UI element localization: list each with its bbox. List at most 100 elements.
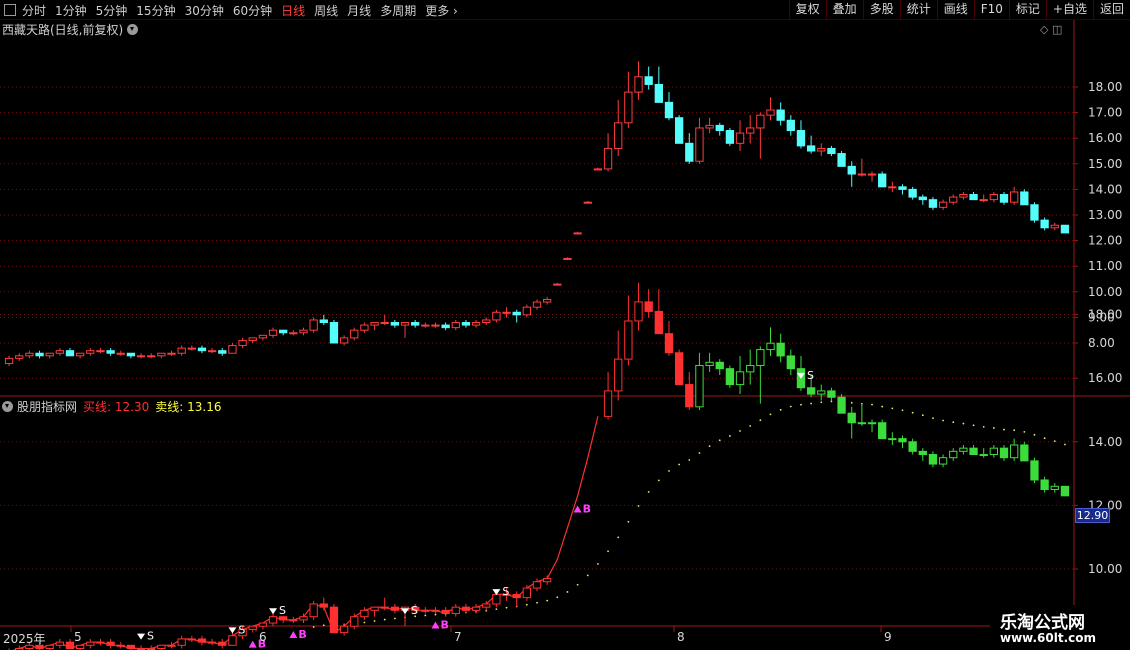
date-label-june: 6: [259, 630, 267, 644]
indicator-bar: [634, 282, 643, 331]
indicator-bar: [268, 613, 278, 627]
buy-signal-triangle: [431, 621, 440, 629]
indicator-dot: [1053, 440, 1056, 443]
candle: [583, 200, 592, 204]
candle: [1040, 217, 1049, 231]
indicator-bar: [279, 616, 288, 624]
indicator-body: [1030, 460, 1039, 481]
indicator-bar: [878, 419, 887, 440]
indicator-bar: [918, 448, 927, 461]
candle-body: [147, 355, 156, 358]
candle: [695, 117, 704, 164]
candle: [482, 317, 491, 326]
candle-body: [1050, 224, 1059, 229]
candle: [725, 127, 735, 146]
candle: [299, 327, 308, 336]
candle-body: [522, 306, 532, 316]
candle: [949, 194, 958, 205]
watermark-title: 乐淘公式网: [1000, 613, 1085, 633]
indicator-body: [207, 641, 217, 644]
sell-line-value: 13.16: [187, 400, 222, 414]
candle: [441, 322, 450, 331]
candle-body: [1040, 219, 1049, 229]
indicator-dot: [810, 402, 813, 405]
indicator-bar: [603, 371, 613, 420]
kline-chart[interactable]: SSSSSSBBBBB 18.0017.0016.0015.0014.0013.…: [0, 0, 1130, 650]
candle: [136, 353, 146, 359]
candle: [614, 99, 623, 157]
candle: [878, 171, 887, 188]
indicator-bar: [451, 603, 460, 617]
sell-signal-triangle: [269, 608, 278, 615]
window-icon[interactable]: ◫: [1052, 23, 1062, 36]
indicator-y-tick-label: 16.00: [1088, 371, 1122, 385]
candle: [735, 120, 745, 151]
candle-body: [238, 339, 247, 347]
indicator-body: [908, 441, 917, 452]
indicator-title[interactable]: 股朋指标网 买线: 12.30 卖线: 13.16: [2, 398, 221, 415]
indicator-body: [177, 638, 186, 646]
candle-body: [15, 355, 24, 359]
candle-body: [938, 201, 948, 208]
diamond-icon[interactable]: ◇: [1040, 23, 1048, 36]
indicator-body: [959, 447, 968, 452]
indicator-y-tick-label: 10.00: [1088, 562, 1122, 576]
candle: [4, 355, 14, 367]
indicator-bar: [1050, 483, 1059, 493]
candle: [25, 350, 34, 359]
indicator-body: [725, 368, 735, 386]
indicator-bar: [86, 638, 95, 649]
indicator-bar: [614, 330, 623, 401]
indicator-bar: [248, 625, 257, 633]
indicator-bar: [512, 591, 521, 608]
indicator-body: [431, 609, 440, 612]
candle-body: [989, 194, 999, 201]
candle-body: [350, 329, 359, 339]
indicator-dot: [668, 470, 670, 472]
indicator-body: [370, 606, 379, 611]
candle-body: [55, 350, 64, 354]
indicator-dot: [871, 403, 873, 406]
indicator-bar: [461, 603, 471, 614]
candle: [746, 115, 755, 144]
indicator-dot: [586, 574, 589, 577]
candle-body: [857, 173, 867, 176]
indicator-dot: [921, 414, 924, 417]
candle: [593, 167, 603, 171]
candle-body: [35, 352, 44, 357]
indicator-bar: [421, 607, 430, 614]
candle-body: [86, 350, 95, 354]
indicator-body: [542, 578, 552, 583]
buy-line-label: 买线:: [83, 400, 112, 414]
indicator-dot: [363, 621, 366, 624]
chevron-down-icon[interactable]: [127, 24, 139, 35]
candle-body: [218, 350, 227, 354]
indicator-body: [614, 358, 623, 392]
indicator-body: [746, 364, 755, 373]
candle: [1030, 202, 1039, 223]
indicator-dot: [383, 618, 386, 621]
candle: [674, 115, 684, 144]
indicator-bar: [898, 435, 907, 449]
candle-body: [207, 350, 217, 353]
main-y-tick-label: 11.00: [1088, 259, 1122, 273]
indicator-body: [776, 342, 785, 357]
indicator-body: [715, 361, 724, 370]
candle: [857, 158, 867, 177]
indicator-dot: [525, 603, 528, 606]
candle-body: [959, 194, 968, 198]
indicator-dot: [718, 439, 721, 442]
indicator-bar: [847, 406, 856, 439]
indicator-bar: [309, 600, 318, 620]
candle: [400, 322, 410, 338]
candle-body: [847, 165, 856, 175]
indicator-dot: [424, 614, 427, 617]
candle-body: [695, 127, 704, 162]
chevron-down-icon[interactable]: [2, 401, 13, 412]
indicator-dot: [566, 591, 569, 593]
main-chart-title[interactable]: 西藏天路(日线,前复权): [2, 21, 139, 38]
indicator-dot: [1033, 433, 1036, 436]
indicator-dot: [546, 599, 549, 602]
candle-body: [583, 201, 592, 204]
indicator-body: [644, 301, 653, 312]
